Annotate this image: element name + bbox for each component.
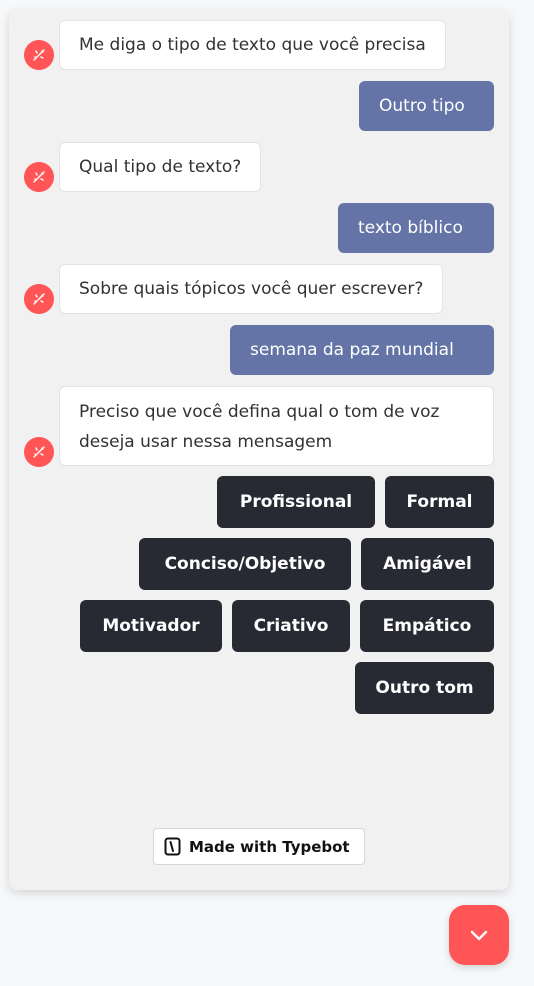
bot-message: Sobre quais tópicos você quer escrever? xyxy=(59,264,444,314)
chevron-down-icon xyxy=(470,930,488,941)
chat-window: Me diga o tipo de texto que você precisa… xyxy=(9,10,509,890)
typebot-logo-icon xyxy=(164,837,181,856)
choice-button-empatico[interactable]: Empático xyxy=(360,600,494,652)
made-with-typebot-link[interactable]: Made with Typebot xyxy=(153,828,365,865)
bot-message: Me diga o tipo de texto que você precisa xyxy=(59,20,446,70)
choice-button-criativo[interactable]: Criativo xyxy=(232,600,350,652)
user-message: texto bíblico xyxy=(338,203,494,253)
bot-avatar-icon xyxy=(33,446,45,458)
choice-button-motivador[interactable]: Motivador xyxy=(80,600,222,652)
bot-avatar-icon xyxy=(33,49,45,61)
choice-button-amigavel[interactable]: Amigável xyxy=(361,538,494,590)
bot-avatar xyxy=(24,437,54,467)
bot-avatar xyxy=(24,40,54,70)
choice-button-profissional[interactable]: Profissional xyxy=(217,476,375,528)
bot-avatar-icon xyxy=(33,293,45,305)
bot-message: Qual tipo de texto? xyxy=(59,142,262,192)
bot-avatar xyxy=(24,162,54,192)
choice-button-outro-tom[interactable]: Outro tom xyxy=(355,662,494,714)
bot-avatar xyxy=(24,284,54,314)
user-message: Outro tipo xyxy=(359,81,494,131)
bot-avatar-icon xyxy=(33,171,45,183)
chat-toggle-button[interactable] xyxy=(449,905,509,965)
user-message: semana da paz mundial xyxy=(230,325,494,375)
choice-button-conciso-objetivo[interactable]: Conciso/Objetivo xyxy=(139,538,351,590)
bot-message: Preciso que você defina qual o tom de vo… xyxy=(59,386,494,466)
choice-button-formal[interactable]: Formal xyxy=(385,476,494,528)
branding-label: Made with Typebot xyxy=(189,837,350,856)
